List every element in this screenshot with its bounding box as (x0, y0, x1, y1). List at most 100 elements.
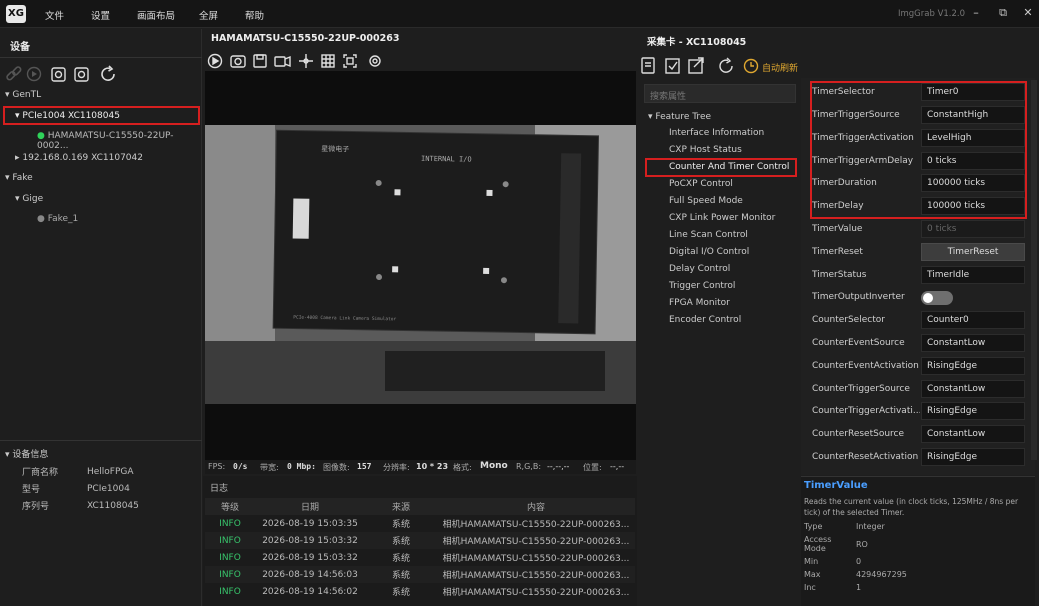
position-label: 位置: (583, 463, 602, 472)
minimize-icon[interactable]: – (967, 6, 985, 22)
prop-value[interactable]: ConstantLow (921, 334, 1025, 352)
share-icon[interactable] (688, 57, 704, 74)
prop-timer-trigger-activation[interactable]: TimerTriggerActivation LevelHigh (805, 127, 1030, 150)
prop-value[interactable]: ConstantLow (921, 380, 1025, 398)
record-icon[interactable] (274, 55, 291, 68)
prop-value[interactable]: RisingEdge (921, 357, 1025, 375)
feature-search-input[interactable]: 搜索属性 (644, 84, 796, 103)
checklist-icon[interactable] (665, 58, 680, 74)
prop-timer-status[interactable]: TimerStatus TimerIdle (805, 264, 1030, 287)
timer-reset-button[interactable]: TimerReset (921, 243, 1025, 261)
menu-settings[interactable]: 设置 (91, 8, 110, 22)
info-key: 序列号 (22, 502, 50, 512)
tree-node-camera[interactable]: ● HAMAMATSU-C15550-22UP-0002... (37, 131, 201, 151)
prop-value[interactable]: RisingEdge (921, 448, 1025, 466)
auto-refresh-label[interactable]: 自动刷新 (762, 61, 798, 74)
log-row[interactable]: INFO 2026-08-19 15:03:32 系统 相机HAMAMATSU-C15… (205, 549, 635, 566)
menu-fullscreen[interactable]: 全屏 (199, 8, 218, 22)
menu-layout[interactable]: 画面布局 (137, 8, 175, 22)
format-value: Mono (480, 461, 508, 471)
log-panel: 日志 等级 日期 来源 内容 INFO 2026-08-19 15:03:35 系统… (203, 476, 637, 606)
prop-value[interactable]: RisingEdge (921, 402, 1025, 420)
feature-encoder-control[interactable]: Encoder Control (669, 315, 741, 325)
feature-cxp-host-status[interactable]: CXP Host Status (669, 145, 742, 155)
tree-node-fake[interactable]: ▾ Fake (5, 173, 33, 183)
prop-timer-trigger-source[interactable]: TimerTriggerSource ConstantHigh (805, 104, 1030, 127)
description-panel: TimerValue Reads the current value (in c… (801, 476, 1035, 606)
status-dot-icon: ● (37, 214, 45, 224)
prop-counter-event-activation[interactable]: CounterEventActivation RisingEdge (805, 355, 1030, 378)
tree-node-192[interactable]: ▸ 192.168.0.169 XC1107042 (15, 153, 143, 163)
play-circle-icon[interactable] (26, 66, 42, 82)
prop-counter-trigger-activation[interactable]: CounterTriggerActivati... RisingEdge (805, 400, 1030, 423)
prop-value[interactable]: Timer0 (921, 83, 1025, 101)
export-config-icon[interactable] (641, 57, 655, 74)
prop-value[interactable]: 100000 ticks (921, 197, 1025, 215)
property-scrollbar[interactable] (1031, 80, 1037, 460)
snapshot-icon[interactable] (230, 55, 246, 68)
prop-value[interactable]: 0 ticks (921, 152, 1025, 170)
log-level: INFO (219, 518, 241, 529)
prop-counter-trigger-source[interactable]: CounterTriggerSource ConstantLow (805, 378, 1030, 401)
feature-trigger-control[interactable]: Trigger Control (669, 281, 735, 291)
feature-counter-timer-control[interactable]: Counter And Timer Control (669, 162, 789, 172)
prop-counter-selector[interactable]: CounterSelector Counter0 (805, 309, 1030, 332)
tree-node-gentl[interactable]: ▾ GenTL (5, 90, 41, 100)
log-tab[interactable]: 日志 (210, 481, 228, 494)
attr-value: Integer (856, 522, 885, 531)
feature-full-speed-mode[interactable]: Full Speed Mode (669, 196, 743, 206)
prop-timer-output-inverter[interactable]: TimerOutputInverter (805, 286, 1030, 309)
prop-timer-selector[interactable]: TimerSelector Timer0 (805, 81, 1030, 104)
prop-value[interactable]: LevelHigh (921, 129, 1025, 147)
prop-value[interactable]: ConstantHigh (921, 106, 1025, 124)
crosshair-icon[interactable] (299, 54, 313, 68)
prop-value[interactable]: Counter0 (921, 311, 1025, 329)
menu-file[interactable]: 文件 (45, 8, 64, 22)
tree-node-gige[interactable]: ▾ Gige (15, 194, 43, 204)
prop-counter-reset-activation[interactable]: CounterResetActivation RisingEdge (805, 446, 1030, 469)
menu-help[interactable]: 帮助 (245, 8, 264, 22)
prop-counter-event-source[interactable]: CounterEventSource ConstantLow (805, 332, 1030, 355)
feature-tree-root[interactable]: ▾ Feature Tree (648, 112, 711, 122)
tree-node-fake1[interactable]: ● Fake_1 (37, 214, 78, 224)
feature-pocxp-control[interactable]: PoCXP Control (669, 179, 733, 189)
grid-icon[interactable] (321, 54, 335, 68)
fit-icon[interactable] (343, 54, 357, 68)
feature-interface-information[interactable]: Interface Information (669, 128, 764, 138)
prop-timer-delay[interactable]: TimerDelay 100000 ticks (805, 195, 1030, 218)
log-row[interactable]: INFO 2026-08-19 15:03:35 系统 相机HAMAMATSU-C15… (205, 515, 635, 532)
close-icon[interactable]: ✕ (1019, 6, 1037, 22)
log-row[interactable]: INFO 2026-08-19 15:03:32 系统 相机HAMAMATSU-C15… (205, 532, 635, 549)
prop-counter-reset-source[interactable]: CounterResetSource ConstantLow (805, 423, 1030, 446)
refresh-icon[interactable] (101, 65, 115, 81)
log-source: 系统 (365, 532, 437, 549)
gear-icon[interactable] (369, 55, 381, 67)
maximize-icon[interactable]: ⧉ (994, 6, 1012, 22)
prop-key: TimerStatus (812, 270, 867, 280)
prop-timer-reset[interactable]: TimerReset TimerReset (805, 241, 1030, 264)
link-icon[interactable] (6, 66, 22, 81)
clock-icon[interactable] (743, 58, 759, 74)
camera-import-icon[interactable] (74, 67, 89, 82)
prop-timer-duration[interactable]: TimerDuration 100000 ticks (805, 172, 1030, 195)
prop-timer-value[interactable]: TimerValue 0 ticks (805, 218, 1030, 241)
info-key: 型号 (22, 485, 41, 495)
prop-key: CounterTriggerActivati... (812, 406, 920, 416)
save-icon[interactable] (253, 54, 267, 68)
refresh-icon[interactable] (719, 57, 733, 73)
prop-value[interactable]: ConstantLow (921, 425, 1025, 443)
timer-output-inverter-toggle[interactable] (921, 291, 953, 305)
log-row[interactable]: INFO 2026-08-19 14:56:03 系统 相机HAMAMATSU-C15… (205, 566, 635, 583)
feature-cxp-link-power-monitor[interactable]: CXP Link Power Monitor (669, 213, 775, 223)
prop-value[interactable]: 100000 ticks (921, 174, 1025, 192)
feature-delay-control[interactable]: Delay Control (669, 264, 730, 274)
tree-node-pcie1004[interactable]: ▾ PCIe1004 XC1108045 (15, 111, 120, 121)
feature-digital-io-control[interactable]: Digital I/O Control (669, 247, 749, 257)
play-icon[interactable] (207, 53, 223, 69)
prop-timer-trigger-arm-delay[interactable]: TimerTriggerArmDelay 0 ticks (805, 150, 1030, 173)
feature-fpga-monitor[interactable]: FPGA Monitor (669, 298, 730, 308)
log-row[interactable]: INFO 2026-08-19 14:56:02 系统 相机HAMAMATSU-C15… (205, 583, 635, 600)
camera-export-icon[interactable] (51, 67, 66, 82)
feature-line-scan-control[interactable]: Line Scan Control (669, 230, 748, 240)
device-info-header[interactable]: ▾ 设备信息 (5, 447, 48, 460)
